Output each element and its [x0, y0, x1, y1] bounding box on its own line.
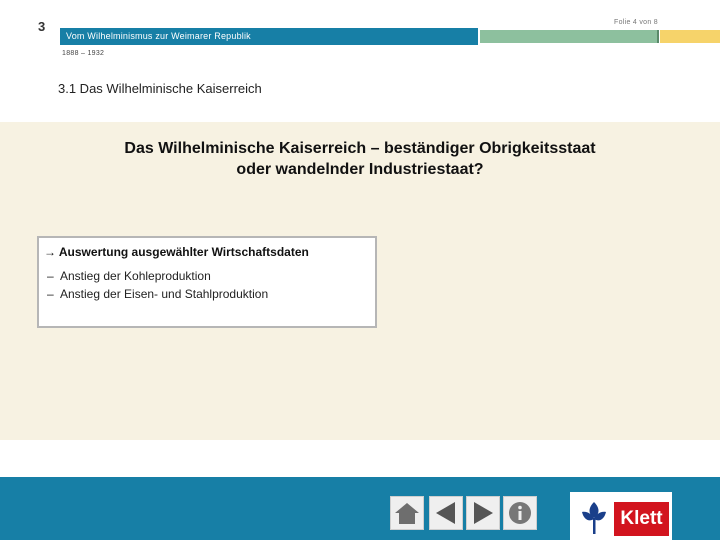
header-yellow-band — [660, 30, 720, 43]
home-button[interactable] — [390, 496, 424, 530]
question-line-2: oder wandelnder Industriestaat? — [236, 161, 484, 178]
home-icon — [395, 503, 419, 524]
section-title: 3.1 Das Wilhelminische Kaiserreich — [58, 81, 262, 96]
info-button[interactable] — [503, 496, 537, 530]
info-icon — [509, 502, 531, 524]
period-label: 1888 – 1932 — [62, 50, 105, 57]
list-item-text: Anstieg der Eisen- und Stahlproduktion — [60, 287, 269, 301]
question-line-1: Das Wilhelminische Kaiserreich – beständ… — [124, 140, 596, 157]
klett-logo: Klett — [570, 492, 672, 540]
previous-button[interactable] — [429, 496, 463, 530]
slide-counter: Folie 4 von 8 — [614, 19, 658, 26]
dash-bullet: – — [47, 287, 54, 301]
list-item: – Anstieg der Eisen- und Stahlproduktion — [47, 285, 268, 303]
main-question: Das Wilhelminische Kaiserreich – beständ… — [60, 138, 660, 180]
header-green-band — [480, 30, 658, 43]
header-title: Vom Wilhelminismus zur Weimarer Republik — [66, 31, 251, 41]
topic-box: → Auswertung ausgewählter Wirtschaftsdat… — [37, 236, 377, 328]
header-band-separator — [657, 30, 659, 43]
arrow-left-icon — [436, 502, 455, 524]
topic-list: – Anstieg der Kohleproduktion – Anstieg de… — [47, 267, 268, 303]
chapter-number: 3 — [38, 19, 46, 34]
dash-bullet: – — [47, 269, 54, 283]
topic-heading: → Auswertung ausgewählter Wirtschaftsdat… — [44, 245, 309, 259]
klett-clover-icon — [582, 502, 606, 534]
list-item-text: Anstieg der Kohleproduktion — [60, 269, 211, 283]
klett-logo-text: Klett — [614, 502, 669, 536]
next-button[interactable] — [466, 496, 500, 530]
list-item: – Anstieg der Kohleproduktion — [47, 267, 268, 285]
header-bar: Vom Wilhelminismus zur Weimarer Republik — [60, 28, 478, 45]
arrow-right-icon — [474, 502, 493, 524]
